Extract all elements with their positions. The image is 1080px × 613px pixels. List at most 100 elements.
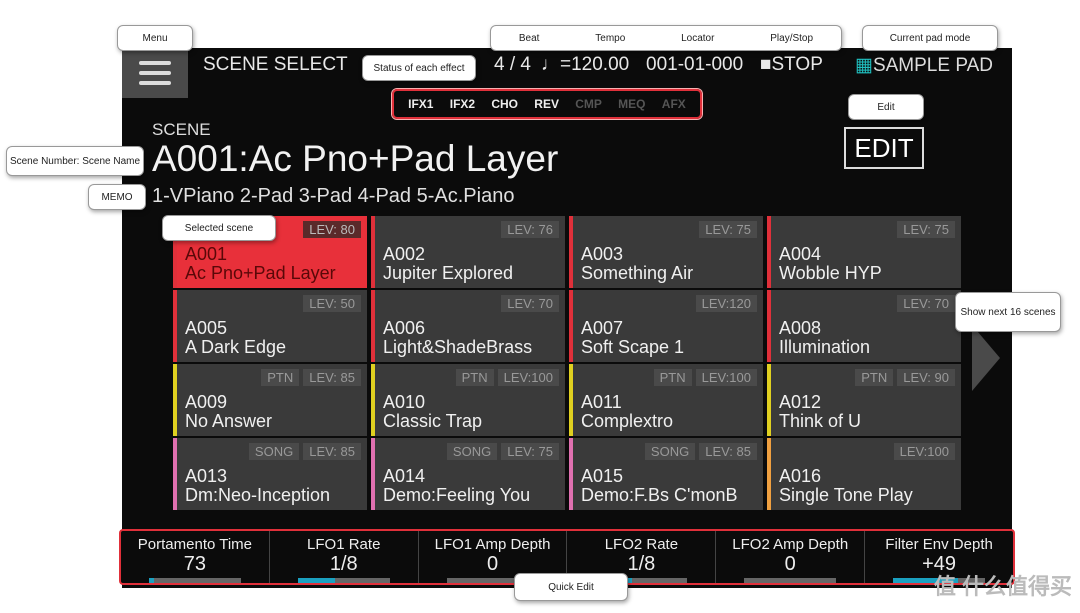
scene-tag: SONG: [644, 443, 696, 460]
callout-play-stop: Play/Stop: [770, 32, 814, 44]
scene-tag: PTN: [455, 369, 494, 386]
effect-cmp[interactable]: CMP: [575, 97, 602, 111]
scene-level: LEV: 70: [897, 295, 955, 312]
scene-level: LEV:120: [695, 295, 757, 312]
scene-pad[interactable]: PTN LEV: 85 A009 No Answer: [173, 364, 367, 436]
callout-menu: Menu: [117, 25, 193, 51]
scene-pad-name: Demo:Feeling You: [383, 485, 531, 505]
scene-pad-name: Wobble HYP: [779, 263, 882, 283]
edit-button[interactable]: EDIT: [844, 127, 924, 169]
callout-effects: Status of each effect: [362, 55, 476, 81]
scene-number: A002: [383, 244, 426, 264]
scene-pad[interactable]: LEV: 70 A008 Illumination: [767, 290, 961, 362]
scene-pad[interactable]: LEV: 75 A004 Wobble HYP: [767, 216, 961, 288]
scene-pad-name: No Answer: [185, 411, 273, 431]
scene-pad-name: Think of U: [779, 411, 862, 431]
callout-locator: Locator: [681, 32, 715, 44]
scene-number: A015: [581, 466, 624, 486]
callout-next: Show next 16 scenes: [955, 292, 1061, 332]
scene-level: LEV: 85: [303, 443, 361, 460]
screen-title: SCENE SELECT: [203, 54, 348, 75]
scene-pad[interactable]: LEV: 50 A005 A Dark Edge: [173, 290, 367, 362]
callout-tempo: Tempo: [595, 32, 626, 44]
scene-pad[interactable]: LEV: 70 A006 Light&ShadeBrass: [371, 290, 565, 362]
scene-tag: PTN: [855, 369, 894, 386]
menu-button[interactable]: [122, 48, 188, 98]
scene-pad-name: Demo:F.Bs C'monB: [581, 485, 738, 505]
quick-edit-label: Portamento Time: [137, 536, 253, 553]
quick-edit-label: LFO1 Rate: [307, 536, 381, 553]
scene-pad[interactable]: LEV: 76 A002 Jupiter Explored: [371, 216, 565, 288]
effect-status-bar[interactable]: IFX1 IFX2 CHO REV CMP MEQ AFX: [392, 89, 702, 119]
scene-number: A008: [779, 318, 822, 338]
quick-edit-value: 1/8: [329, 553, 358, 575]
scene-number: A010: [383, 392, 426, 412]
scene-level: LEV:100: [893, 443, 955, 460]
scene-pad[interactable]: PTN LEV:100 A010 Classic Trap: [371, 364, 565, 436]
quick-edit-label: Filter Env Depth: [885, 536, 993, 553]
scene-level: LEV: 90: [897, 369, 955, 386]
scene-pad[interactable]: PTN LEV:100 A011 Complextro: [569, 364, 763, 436]
callout-scene-name: Scene Number: Scene Name: [6, 146, 144, 176]
scene-number: A003: [581, 244, 624, 264]
effect-afx[interactable]: AFX: [662, 97, 686, 111]
scene-pad[interactable]: LEV:100 A016 Single Tone Play: [767, 438, 961, 510]
quick-edit-knob[interactable]: LFO1 Rate 1/8: [270, 531, 419, 583]
scene-name: A001:Ac Pno+Pad Layer: [152, 138, 559, 179]
scene-memo: 1-VPiano 2-Pad 3-Pad 4-Pad 5-Ac.Piano: [152, 185, 515, 207]
quick-edit-level-bar: [297, 578, 390, 583]
scene-tag: SONG: [248, 443, 300, 460]
quick-edit-value: 0: [784, 553, 796, 575]
tempo-display[interactable]: ♩=120.00: [541, 54, 629, 76]
watermark-logo: 值 什么值得买: [933, 574, 1072, 599]
quick-edit-level-bar: [149, 578, 241, 583]
effect-ifx1[interactable]: IFX1: [408, 97, 433, 111]
effect-meq[interactable]: MEQ: [618, 97, 645, 111]
scene-number: A005: [185, 318, 228, 338]
quick-edit-level-bar: [744, 578, 837, 583]
scene-pad[interactable]: LEV:120 A007 Soft Scape 1: [569, 290, 763, 362]
scene-level: LEV: 75: [897, 221, 955, 238]
pad-mode-button[interactable]: ▦SAMPLE PAD: [855, 54, 993, 77]
scene-number: A004: [779, 244, 822, 264]
scene-level: LEV: 75: [699, 221, 757, 238]
callout-selected: Selected scene: [162, 215, 276, 241]
callout-quick-edit: Quick Edit: [514, 573, 628, 601]
scene-number: A007: [581, 318, 624, 338]
scene-tag: PTN: [261, 369, 300, 386]
effect-rev[interactable]: REV: [534, 97, 559, 111]
scene-level: LEV: 70: [501, 295, 559, 312]
effect-ifx2[interactable]: IFX2: [450, 97, 475, 111]
quick-edit-label: LFO2 Rate: [604, 536, 679, 553]
scene-pad-name: Classic Trap: [383, 411, 483, 431]
scene-level: LEV: 85: [303, 369, 361, 386]
grid-icon: ▦: [855, 55, 873, 76]
next-page-arrow-icon[interactable]: [972, 325, 1000, 391]
scene-level: LEV: 76: [501, 221, 559, 238]
play-stop-button[interactable]: ■STOP: [760, 54, 823, 76]
scene-pad[interactable]: SONG LEV: 85 A013 Dm:Neo-Inception: [173, 438, 367, 510]
callout-beat: Beat: [518, 32, 540, 44]
scene-pad[interactable]: SONG LEV: 75 A014 Demo:Feeling You: [371, 438, 565, 510]
scene-number: A014: [383, 466, 426, 486]
scene-tag: SONG: [446, 443, 498, 460]
effect-cho[interactable]: CHO: [491, 97, 518, 111]
beat-display[interactable]: 4 / 4: [494, 54, 531, 76]
quick-edit-knob[interactable]: Portamento Time 73: [121, 531, 270, 583]
scene-pad-name: Illumination: [779, 337, 871, 357]
scene-pad-name: A Dark Edge: [185, 337, 287, 357]
scene-number: A016: [779, 466, 822, 486]
scene-pad-name: Dm:Neo-Inception: [185, 485, 331, 505]
scene-pad[interactable]: LEV: 75 A003 Something Air: [569, 216, 763, 288]
scene-pad[interactable]: PTN LEV: 90 A012 Think of U: [767, 364, 961, 436]
scene-pad[interactable]: SONG LEV: 85 A015 Demo:F.Bs C'monB: [569, 438, 763, 510]
scene-pad-name: Soft Scape 1: [581, 337, 685, 357]
locator-display[interactable]: 001-01-000: [646, 54, 743, 76]
scene-pad-name: Jupiter Explored: [383, 263, 514, 283]
callout-pad-mode: Current pad mode: [862, 25, 998, 51]
scene-number: A001: [185, 244, 228, 264]
scene-pad-name: Something Air: [581, 263, 694, 283]
quick-edit-knob[interactable]: LFO2 Amp Depth 0: [716, 531, 866, 583]
scene-number: A006: [383, 318, 426, 338]
callout-transport: Beat Tempo Locator Play/Stop: [490, 25, 842, 51]
